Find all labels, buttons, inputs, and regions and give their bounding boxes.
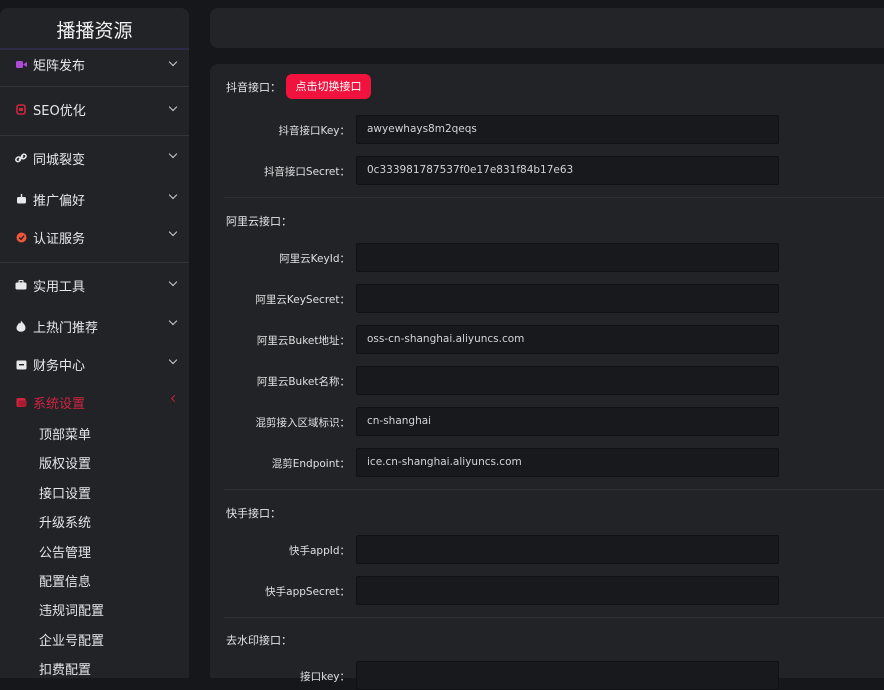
badge-icon: [15, 231, 27, 243]
menu-label: 财务中心: [33, 358, 86, 374]
chevron-down-icon: [168, 227, 178, 237]
menu-item-matrix-publish[interactable]: 矩阵发布: [0, 50, 189, 78]
kuaishou-section-title: 快手接口：: [226, 507, 281, 520]
switch-interface-button[interactable]: 点击切换接口: [286, 74, 371, 99]
menu-item-city-fission[interactable]: 同城裂变: [0, 136, 189, 180]
douyin-secret-field[interactable]: 0c333981787537f0e17e831f84b17e63: [356, 156, 779, 185]
menu-item-certification[interactable]: 认证服务: [0, 218, 189, 256]
settings-icon: [15, 396, 27, 408]
aliyun-buket-name-label: 阿里云Buket名称：: [256, 376, 350, 388]
video-icon: [15, 58, 27, 70]
chevron-down-icon: [168, 57, 178, 67]
aliyun-section-title: 阿里云接口：: [226, 215, 292, 228]
menu-label: 推广偏好: [33, 193, 86, 209]
menu-item-system-settings[interactable]: 系统设置: [0, 383, 189, 421]
chevron-down-icon: [168, 190, 178, 200]
submenu-item[interactable]: 违规词配置: [0, 597, 189, 626]
aliyun-buket-address-label: 阿里云Buket地址：: [256, 335, 350, 347]
submenu-item[interactable]: 公告管理: [0, 539, 189, 568]
aliyun-buket-name-field[interactable]: [356, 366, 779, 395]
aliyun-keyid-field[interactable]: [356, 243, 779, 272]
menu-item-tools[interactable]: 实用工具: [0, 263, 189, 307]
seo-icon: [15, 103, 27, 115]
mix-region-label: 混剪接入区域标识：: [255, 417, 351, 429]
top-bar: [210, 8, 884, 48]
chevron-down-icon: [168, 316, 178, 326]
submenu-item[interactable]: 扣费配置: [0, 656, 189, 678]
robot-icon: [15, 193, 27, 205]
fire-icon: [15, 320, 27, 332]
kuaishou-appid-field[interactable]: [356, 535, 779, 564]
link-icon: [15, 152, 27, 164]
menu-item-seo[interactable]: SEO优化: [0, 87, 189, 131]
mix-endpoint-label: 混剪Endpoint：: [271, 458, 350, 470]
kuaishou-appsecret-field[interactable]: [356, 576, 779, 605]
menu-label: 矩阵发布: [33, 58, 86, 74]
chevron-left-icon: [170, 394, 179, 403]
mix-endpoint-field[interactable]: ice.cn-shanghai.aliyuncs.com: [356, 448, 779, 477]
chevron-down-icon: [168, 102, 178, 112]
watermark-section-title: 去水印接口：: [226, 634, 292, 647]
chevron-down-icon: [168, 149, 178, 159]
douyin-key-field[interactable]: awyewhays8m2qeqs: [356, 115, 779, 144]
aliyun-keysecret-label: 阿里云KeySecret：: [255, 294, 350, 306]
watermark-key-label: 接口key：: [300, 671, 350, 683]
chevron-down-icon: [168, 355, 178, 365]
submenu-item[interactable]: 接口设置: [0, 480, 189, 509]
submenu-item[interactable]: 配置信息: [0, 568, 189, 597]
menu-item-hot-recommend[interactable]: 上热门推荐: [0, 307, 189, 345]
aliyun-keysecret-field[interactable]: [356, 284, 779, 313]
aliyun-keyid-label: 阿里云KeyId：: [279, 253, 350, 265]
divider: [224, 617, 884, 618]
kuaishou-appsecret-label: 快手appSecret：: [265, 586, 350, 598]
divider: [224, 197, 884, 198]
submenu-item[interactable]: 企业号配置: [0, 627, 189, 656]
watermark-key-field[interactable]: [356, 661, 779, 690]
menu-label: 认证服务: [33, 231, 86, 247]
menu-label: 实用工具: [33, 279, 86, 295]
submenu-item[interactable]: 顶部菜单: [0, 421, 189, 450]
menu-item-promotion-preference[interactable]: 推广偏好: [0, 180, 189, 218]
menu-label: 系统设置: [33, 396, 86, 412]
sidebar: 播播资源 矩阵发布 SEO优化 同城裂变 推广偏好 认证服务 实用工具 上热门推…: [0, 8, 189, 678]
menu-label: 上热门推荐: [33, 320, 99, 336]
chevron-down-icon: [168, 277, 178, 287]
douyin-key-label: 抖音接口Key：: [278, 125, 350, 137]
wallet-icon: [15, 358, 27, 370]
douyin-secret-label: 抖音接口Secret：: [263, 166, 350, 178]
toolbox-icon: [15, 279, 27, 291]
brand-title: 播播资源: [56, 20, 133, 42]
interface-settings-panel: 抖音接口： 点击切换接口 抖音接口Key： awyewhays8m2qeqs 抖…: [210, 64, 884, 690]
douyin-section-title: 抖音接口：: [226, 81, 281, 94]
menu-item-finance[interactable]: 财务中心: [0, 345, 189, 383]
mix-region-field[interactable]: cn-shanghai: [356, 407, 779, 436]
divider: [224, 489, 884, 490]
submenu-item[interactable]: 升级系统: [0, 509, 189, 538]
menu-label: 同城裂变: [33, 152, 86, 168]
menu-label: SEO优化: [33, 103, 86, 119]
submenu-item[interactable]: 版权设置: [0, 450, 189, 479]
aliyun-buket-address-field[interactable]: oss-cn-shanghai.aliyuncs.com: [356, 325, 779, 354]
kuaishou-appid-label: 快手appId：: [288, 545, 350, 557]
